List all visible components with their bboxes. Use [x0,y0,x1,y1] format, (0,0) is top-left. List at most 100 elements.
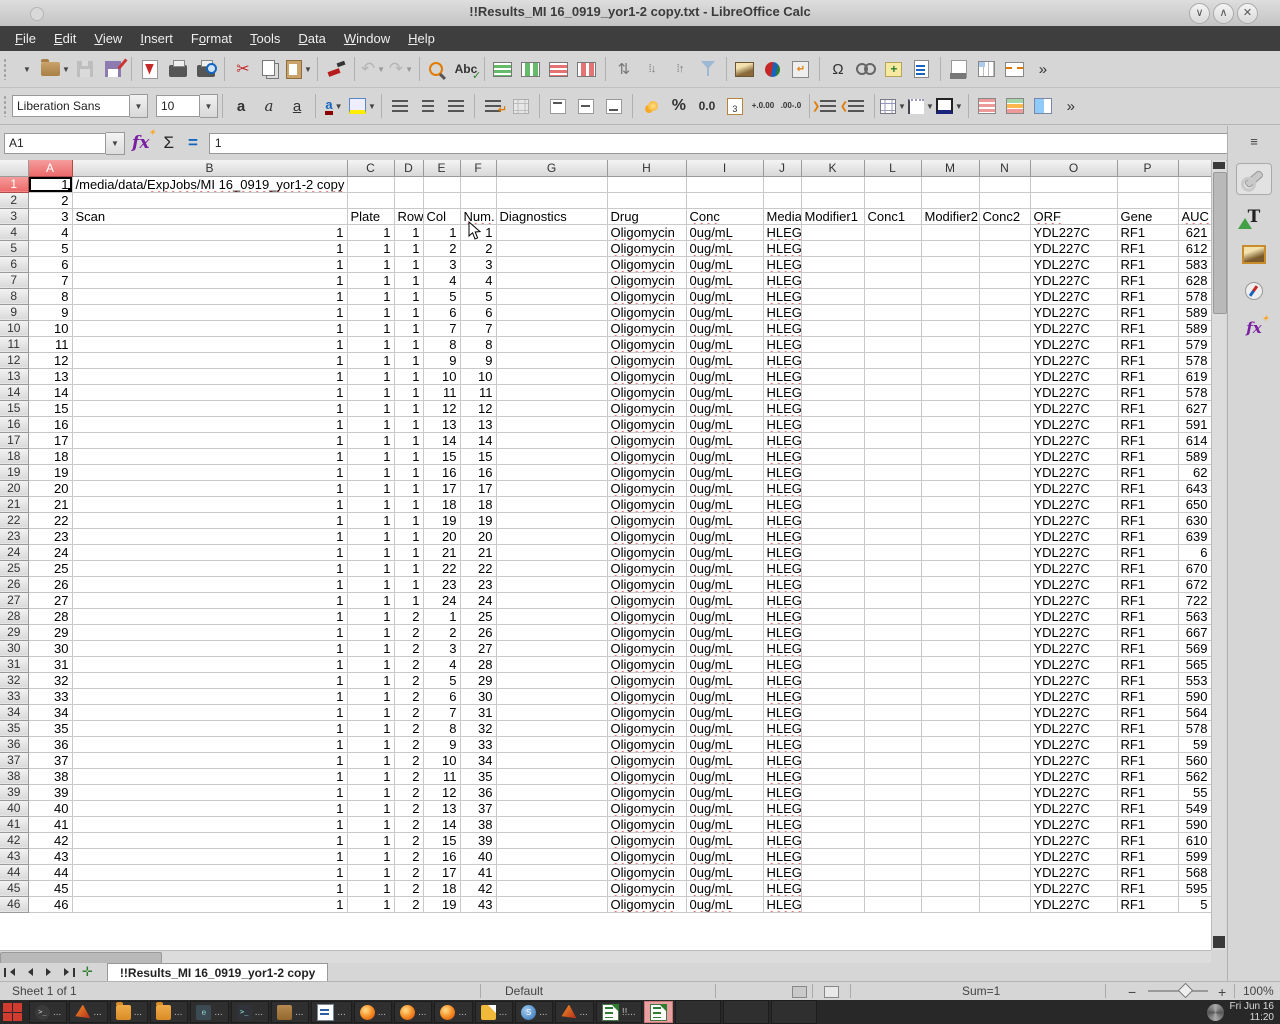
cell[interactable]: 1 [347,288,394,304]
column-header-J[interactable]: J [763,160,801,176]
cell[interactable]: 4 [460,272,496,288]
cell[interactable]: 16 [423,848,460,864]
cell[interactable]: YDL227C [1030,592,1117,608]
cell[interactable]: 595 [1178,880,1211,896]
select-all-corner[interactable] [0,160,28,176]
cell[interactable]: 1 [72,544,347,560]
cell[interactable] [979,432,1030,448]
cell[interactable]: RF1 [1117,336,1178,352]
column-header-I[interactable]: I [686,160,763,176]
cell[interactable] [864,224,921,240]
cell[interactable] [864,512,921,528]
cell[interactable] [460,176,496,192]
cell[interactable]: Oligomycin [607,384,686,400]
row-header[interactable]: 8 [0,288,28,304]
cell[interactable]: 24 [423,592,460,608]
cell[interactable]: RF1 [1117,624,1178,640]
row-header[interactable]: 13 [0,368,28,384]
cell[interactable]: 1 [394,368,423,384]
cell[interactable]: 1 [347,240,394,256]
cell[interactable]: Oligomycin [607,688,686,704]
cell[interactable]: YDL227C [1030,624,1117,640]
cell[interactable]: 0ug/mL [686,656,763,672]
column-header-F[interactable]: F [460,160,496,176]
format-percent-button[interactable]: % [666,92,692,120]
cell[interactable]: 7 [28,272,72,288]
cell[interactable]: RF1 [1117,880,1178,896]
cell[interactable] [979,864,1030,880]
cell[interactable]: 1 [72,256,347,272]
cell[interactable]: Oligomycin [607,832,686,848]
cell[interactable]: 643 [1178,480,1211,496]
cell[interactable]: Oligomycin [607,816,686,832]
cell[interactable]: 1 [347,352,394,368]
cell[interactable] [979,256,1030,272]
menu-data[interactable]: Data [289,28,334,49]
cell[interactable]: 2 [394,752,423,768]
cell[interactable]: 2 [460,240,496,256]
menu-view[interactable]: View [85,28,131,49]
insert-chart-button[interactable] [760,55,786,83]
cell[interactable]: 1 [72,384,347,400]
cell[interactable]: 46 [28,896,72,912]
cell[interactable]: 619 [1178,368,1211,384]
cell[interactable]: 0ug/mL [686,720,763,736]
cell[interactable]: 1 [72,784,347,800]
font-name-combo[interactable]: Liberation Sans [12,95,130,117]
row-header[interactable]: 29 [0,624,28,640]
cell[interactable] [864,416,921,432]
cell[interactable] [801,736,864,752]
cell[interactable]: 565 [1178,656,1211,672]
cell[interactable]: 0ug/mL [686,592,763,608]
cell[interactable]: 34 [460,752,496,768]
cell[interactable]: 1 [394,384,423,400]
cell[interactable] [496,224,607,240]
cell[interactable]: 2 [394,896,423,912]
cell[interactable] [979,176,1030,192]
align-right-button[interactable] [443,92,469,120]
cell[interactable]: HLEG [763,528,801,544]
cell[interactable]: 1 [72,368,347,384]
border-style-button[interactable]: ▼ [908,92,934,120]
cell[interactable]: YDL227C [1030,848,1117,864]
cell[interactable]: 0ug/mL [686,432,763,448]
cell[interactable]: 0ug/mL [686,704,763,720]
cell[interactable]: 14 [423,432,460,448]
cell[interactable]: 11 [423,384,460,400]
cell[interactable] [607,176,686,192]
cell[interactable]: 1 [347,832,394,848]
cell[interactable] [801,176,864,192]
cell[interactable] [864,656,921,672]
cell[interactable]: 7 [423,704,460,720]
cell[interactable]: 2 [394,720,423,736]
cell[interactable] [801,880,864,896]
cell[interactable] [864,720,921,736]
cell[interactable]: 5 [1178,896,1211,912]
cell[interactable] [496,272,607,288]
cell[interactable]: 1 [72,736,347,752]
cell[interactable]: 1 [347,640,394,656]
row-header[interactable]: 7 [0,272,28,288]
cell[interactable]: HLEG [763,304,801,320]
cell[interactable]: HLEG [763,720,801,736]
cell[interactable]: RF1 [1117,288,1178,304]
cell[interactable] [496,656,607,672]
cell[interactable] [801,304,864,320]
cell[interactable]: Oligomycin [607,416,686,432]
cell[interactable]: 0ug/mL [686,416,763,432]
cell[interactable]: Oligomycin [607,304,686,320]
cell[interactable]: HLEG [763,880,801,896]
cell[interactable]: 1 [72,416,347,432]
cell[interactable]: 10 [460,368,496,384]
cell[interactable]: 42 [28,832,72,848]
cell[interactable]: HLEG [763,768,801,784]
cell[interactable]: Oligomycin [607,608,686,624]
cell[interactable]: 0ug/mL [686,768,763,784]
cell[interactable]: 1 [347,624,394,640]
cell[interactable]: 14 [423,816,460,832]
cell[interactable] [921,384,979,400]
cell[interactable] [496,336,607,352]
delete-decimal-button[interactable]: .00-.0 [778,92,804,120]
cell[interactable]: 1 [347,800,394,816]
cell[interactable]: 1 [347,464,394,480]
